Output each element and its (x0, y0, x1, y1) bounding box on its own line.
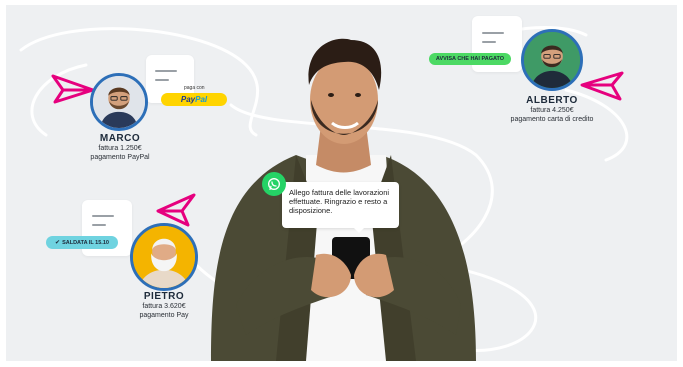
paypal-logo-part1: Pay (180, 95, 196, 104)
message-text: Allego fattura delle lavorazioni effettu… (289, 188, 390, 215)
whatsapp-icon[interactable] (262, 172, 286, 196)
alberto-payment: pagamento carta di credito (510, 116, 594, 123)
avvisa-pagato-badge[interactable]: AVVISA CHE HAI PAGATO (429, 53, 511, 65)
marco-payment: pagamento PayPal (90, 154, 150, 161)
marco-invoice: fattura 1.250€ (98, 145, 142, 152)
alberto-avatar (521, 29, 583, 91)
paper-plane-icon (51, 74, 95, 104)
pietro-invoice: fattura 3.620€ (142, 303, 186, 310)
pietro-payment: pagamento Pay (124, 312, 204, 319)
paypal-button[interactable]: Pay Pal (161, 93, 227, 106)
alberto-invoice: fattura 4.250€ (530, 107, 574, 114)
pietro-payment-prefix: pagamento (139, 312, 175, 319)
paypal-logo-part2: Pal (195, 95, 208, 104)
saldata-label: SALDATA IL 15.10 (62, 239, 109, 246)
message-bubble: Allego fattura delle lavorazioni effettu… (282, 182, 399, 233)
marco-avatar (90, 73, 148, 131)
alberto-name: ALBERTO (526, 95, 578, 106)
paga-con-label: paga con (184, 85, 205, 91)
pietro-name: PIETRO (143, 291, 185, 302)
hero-illustration: paga con Pay Pal MARCO fattura 1.250€ pag… (6, 5, 677, 361)
paper-plane-icon (156, 193, 196, 227)
check-icon: ✔ (55, 240, 61, 246)
pietro-avatar (130, 223, 198, 291)
pietro-payment-suffix: Pay (176, 312, 189, 319)
saldata-badge[interactable]: ✔ SALDATA IL 15.10 (46, 236, 118, 249)
marco-name: MARCO (99, 133, 141, 144)
